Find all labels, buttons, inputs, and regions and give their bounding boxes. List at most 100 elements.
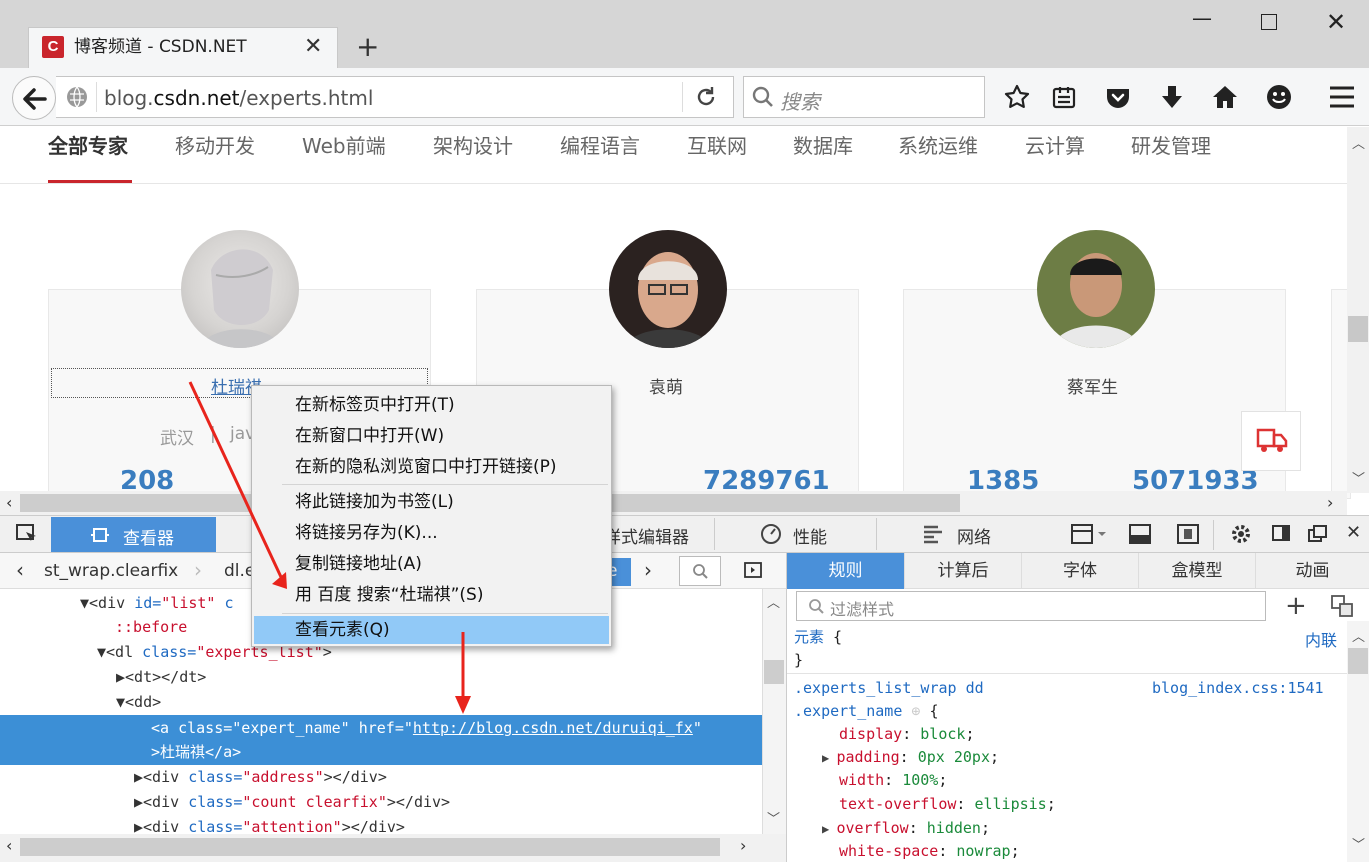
rule-declaration[interactable]: text-overflow: ellipsis;	[839, 793, 1056, 816]
layout-toggle-icon[interactable]	[1070, 523, 1110, 545]
markup-line-selected[interactable]: >杜瑞祺</a>	[151, 740, 241, 765]
menu-copy-link[interactable]: 复制链接地址(A)	[252, 550, 611, 578]
scroll-left-icon[interactable]: ‹	[6, 493, 12, 512]
bookmark-star-icon[interactable]	[1004, 84, 1032, 112]
new-tab-icon[interactable]: +	[356, 30, 379, 63]
markup-line[interactable]: ::before	[115, 615, 187, 640]
smiley-icon[interactable]	[1266, 84, 1294, 112]
tab-fonts[interactable]: 字体	[1021, 553, 1138, 589]
tab-inspector[interactable]: 查看器	[51, 517, 216, 552]
markup-vertical-scrollbar[interactable]	[762, 589, 786, 834]
markup-search-button[interactable]	[679, 556, 721, 586]
category-architecture[interactable]: 架构设计	[433, 130, 513, 159]
category-mobile[interactable]: 移动开发	[175, 130, 255, 159]
page-scroll-thumb[interactable]	[1348, 316, 1368, 342]
menu-search-baidu[interactable]: 用 百度 搜索“杜瑞祺”(S)	[252, 581, 611, 609]
category-internet[interactable]: 互联网	[687, 130, 747, 159]
rules-scroll-thumb[interactable]	[1348, 648, 1368, 674]
markup-hscroll-thumb[interactable]	[20, 838, 720, 856]
tab-network[interactable]: 网络	[957, 523, 991, 548]
markup-scroll-thumb[interactable]	[764, 660, 784, 684]
scroll-up-icon[interactable]: ︿	[767, 592, 780, 611]
rule-declaration[interactable]: ▶ overflow: hidden;	[822, 817, 990, 841]
tab-performance[interactable]: 性能	[793, 523, 827, 548]
rule-selector[interactable]: .experts_list_wrap dd	[794, 677, 984, 700]
breadcrumb-item[interactable]: st_wrap.clearfix	[44, 561, 178, 581]
markup-line[interactable]: ▶<div class="address"></div>	[134, 765, 387, 790]
toggle-pseudo-class-icon[interactable]	[1330, 594, 1356, 618]
markup-line[interactable]: ▶<dt></dt>	[116, 665, 206, 690]
scroll-right-icon[interactable]: ›	[1327, 493, 1333, 512]
tab-rules[interactable]: 规则	[787, 553, 904, 589]
markup-line[interactable]: ▼<div id="list" c	[80, 591, 234, 616]
category-programming[interactable]: 编程语言	[560, 130, 640, 159]
maximize-icon[interactable]	[1261, 14, 1277, 30]
expert-name-link[interactable]: 蔡军生	[1067, 373, 1118, 398]
breadcrumb-next-icon[interactable]: ›	[644, 558, 652, 582]
breadcrumb-prev-icon[interactable]: ‹	[16, 558, 24, 582]
menu-inspect-element[interactable]: 查看元素(Q)	[254, 616, 609, 644]
category-database[interactable]: 数据库	[793, 130, 853, 159]
sidebar-toggle-icon[interactable]	[744, 562, 762, 578]
tab-computed[interactable]: 计算后	[904, 553, 1021, 589]
category-rd-management[interactable]: 研发管理	[1131, 130, 1211, 159]
rule-source-link[interactable]: blog_index.css:1541	[1152, 677, 1324, 700]
site-info-icon[interactable]	[66, 86, 88, 108]
console-split-icon[interactable]	[1128, 523, 1152, 545]
scroll-left-icon[interactable]: ‹	[6, 836, 12, 855]
scroll-down-icon[interactable]: ﹀	[767, 808, 780, 827]
menu-bookmark-link[interactable]: 将此链接加为书签(L)	[252, 488, 611, 516]
dock-side-icon[interactable]	[1272, 525, 1292, 543]
category-cloud[interactable]: 云计算	[1025, 130, 1085, 159]
settings-gear-icon[interactable]	[1229, 522, 1253, 546]
scroll-right-icon[interactable]: ›	[740, 836, 746, 855]
scroll-down-icon[interactable]: ﹀	[1352, 468, 1365, 487]
minimize-icon[interactable]: —	[1192, 6, 1212, 30]
expert-avatar[interactable]	[609, 230, 727, 348]
markup-line[interactable]: ▶<div class="count clearfix"></div>	[134, 790, 450, 815]
scroll-down-icon[interactable]: ﹀	[1352, 834, 1365, 853]
rule-declaration[interactable]: white-space: nowrap;	[839, 840, 1020, 863]
category-all-experts[interactable]: 全部专家	[48, 130, 128, 159]
pick-element-icon[interactable]	[16, 524, 38, 544]
floating-feedback-button[interactable]	[1241, 411, 1301, 471]
rule-selector[interactable]: .expert_name ⊕ {	[794, 700, 939, 723]
markup-line-selected[interactable]: <a class="expert_name" href="http://blog…	[151, 716, 702, 741]
add-rule-icon[interactable]: +	[1285, 591, 1307, 621]
tab-close-icon[interactable]: ✕	[304, 34, 322, 59]
expert-avatar[interactable]	[1037, 230, 1155, 348]
tab-style-editor[interactable]: 样式编辑器	[604, 523, 689, 548]
category-sysops[interactable]: 系统运维	[898, 130, 978, 159]
responsive-design-icon[interactable]	[1176, 523, 1200, 545]
home-icon[interactable]	[1212, 84, 1240, 112]
bookmarks-menu-icon[interactable]	[1051, 84, 1079, 112]
devtools-close-icon[interactable]: ✕	[1346, 522, 1361, 543]
downloads-icon[interactable]	[1159, 84, 1187, 112]
hamburger-menu-icon[interactable]	[1328, 84, 1356, 112]
pocket-icon[interactable]	[1105, 84, 1133, 112]
scroll-up-icon[interactable]: ︿	[1352, 133, 1365, 152]
markup-line[interactable]: ▶<div class="attention"></div>	[134, 815, 405, 834]
category-web-frontend[interactable]: Web前端	[302, 130, 386, 159]
rule-element[interactable]: 元素 {	[794, 626, 842, 649]
tab-box-model[interactable]: 盒模型	[1138, 553, 1255, 589]
window-close-icon[interactable]: ✕	[1326, 8, 1346, 36]
undock-window-icon[interactable]	[1308, 525, 1328, 543]
url-text[interactable]: blog.csdn.net/experts.html	[104, 86, 373, 110]
rule-declaration[interactable]: ▶ padding: 0px 20px;	[822, 746, 999, 770]
expert-avatar[interactable]	[181, 230, 299, 348]
markup-line[interactable]: ▼<dd>	[116, 690, 161, 715]
reload-icon[interactable]	[694, 85, 718, 109]
menu-open-in-new-window[interactable]: 在新窗口中打开(W)	[252, 422, 611, 450]
page-vertical-scrollbar[interactable]	[1347, 127, 1369, 493]
scroll-up-icon[interactable]: ︿	[1352, 626, 1365, 645]
back-button[interactable]	[12, 76, 56, 120]
tab-animations[interactable]: 动画	[1255, 553, 1369, 589]
rule-declaration[interactable]: width: 100%;	[839, 769, 947, 792]
menu-open-in-private-window[interactable]: 在新的隐私浏览窗口中打开链接(P)	[252, 453, 611, 481]
expert-name-link[interactable]: 袁萌	[649, 373, 683, 398]
menu-save-link-as[interactable]: 将链接另存为(K)...	[252, 519, 611, 547]
menu-open-in-new-tab[interactable]: 在新标签页中打开(T)	[252, 391, 611, 419]
rule-declaration[interactable]: display: block;	[839, 723, 974, 746]
rule-source-inline[interactable]: 内联	[1305, 627, 1337, 651]
